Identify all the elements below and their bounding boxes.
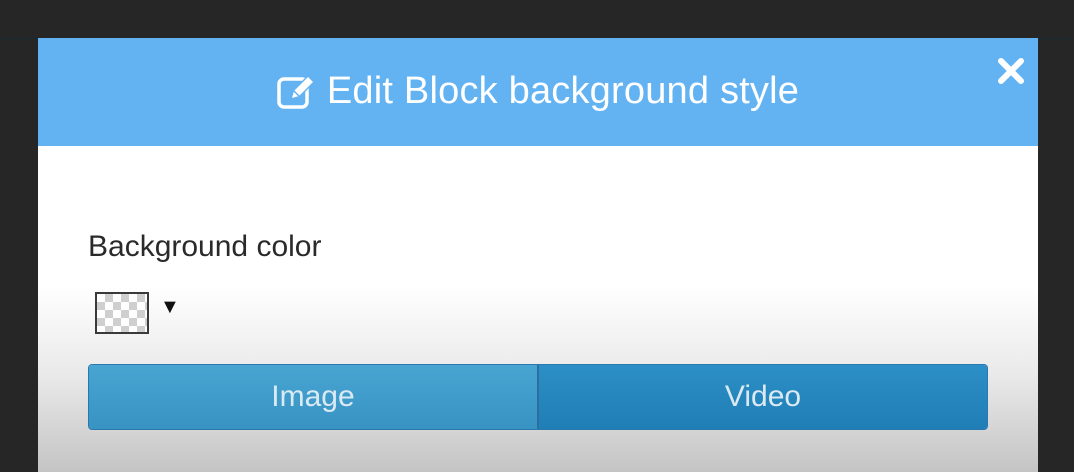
video-button-label: Video: [724, 380, 802, 413]
background-color-swatch[interactable]: [95, 292, 149, 334]
color-dropdown-caret-icon[interactable]: ▼: [160, 296, 180, 319]
edit-icon: [277, 74, 316, 109]
modal-title-wrap: Edit Block background style: [277, 70, 799, 113]
modal-header: Edit Block background style: [38, 38, 1038, 146]
modal-title: Edit Block background style: [326, 69, 800, 112]
background-color-label: Background color: [88, 230, 322, 263]
background-type-toggle: Image Video: [88, 364, 988, 430]
close-icon[interactable]: [996, 56, 1026, 86]
image-button-label: Image: [271, 380, 355, 413]
edit-background-modal: Edit Block background style Background c…: [38, 38, 1038, 472]
image-button[interactable]: Image: [89, 365, 539, 429]
modal-body: Background color ▼ Image Video: [38, 146, 1038, 472]
video-button[interactable]: Video: [539, 365, 987, 429]
